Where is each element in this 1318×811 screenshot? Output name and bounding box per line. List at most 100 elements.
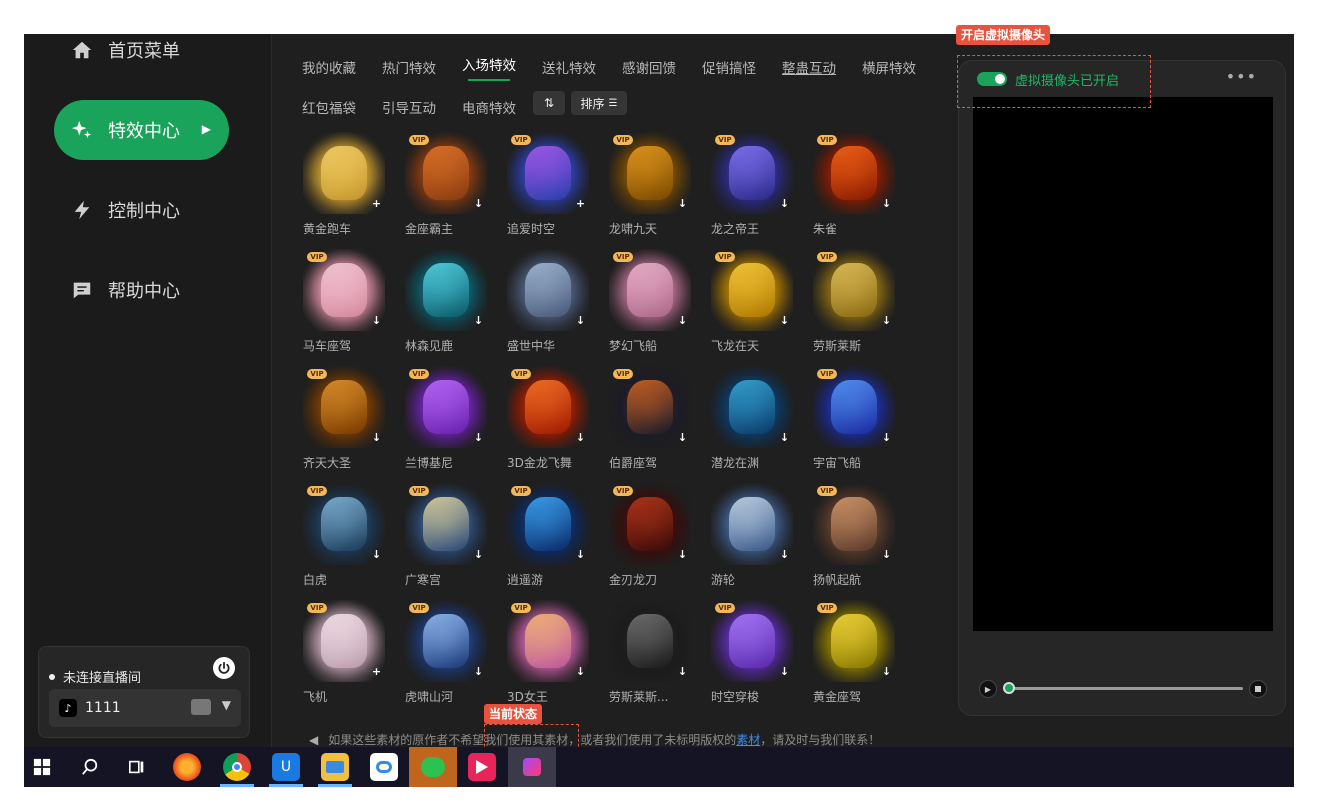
- sort-button[interactable]: 排序 ☰: [571, 91, 627, 115]
- add-icon[interactable]: +: [370, 665, 383, 678]
- baidu-netdisk-icon[interactable]: [370, 753, 398, 781]
- effect-thumbnail[interactable]: VIP ↓: [303, 483, 385, 565]
- effect-thumbnail[interactable]: ↓: [609, 600, 691, 682]
- effect-card[interactable]: VIP ↓ 飞龙在天: [711, 249, 793, 359]
- app-pink-icon[interactable]: [468, 753, 496, 781]
- effect-thumbnail[interactable]: VIP ↓: [711, 132, 793, 214]
- keyboard-icon[interactable]: [191, 699, 211, 715]
- firefox-icon[interactable]: [173, 753, 201, 781]
- sidebar-item-home[interactable]: 首页菜单: [54, 34, 229, 80]
- effect-thumbnail[interactable]: ↓: [711, 483, 793, 565]
- tab-prank[interactable]: 整蛊互动: [782, 57, 836, 77]
- download-icon[interactable]: ↓: [472, 314, 485, 327]
- effect-thumbnail[interactable]: VIP ↓: [405, 132, 487, 214]
- effect-thumbnail[interactable]: VIP +: [507, 132, 589, 214]
- effect-card[interactable]: VIP ↓ 逍遥游: [507, 483, 589, 593]
- download-icon[interactable]: ↓: [676, 314, 689, 327]
- file-explorer-icon[interactable]: [321, 753, 349, 781]
- download-icon[interactable]: ↓: [778, 197, 791, 210]
- effect-card[interactable]: VIP + 飞机: [303, 600, 385, 710]
- tab-favorites[interactable]: 我的收藏: [302, 57, 356, 77]
- effect-card[interactable]: ↓ 林森见鹿: [405, 249, 487, 359]
- download-icon[interactable]: ↓: [370, 314, 383, 327]
- chrome-icon[interactable]: [223, 753, 251, 781]
- effect-card[interactable]: VIP ↓ 3D金龙飞舞: [507, 366, 589, 476]
- effect-card[interactable]: VIP ↓ 广寒宫: [405, 483, 487, 593]
- effect-card[interactable]: VIP ↓ 金座霸主: [405, 132, 487, 242]
- sidebar-item-control[interactable]: 控制中心: [54, 180, 229, 240]
- effect-card[interactable]: VIP ↓ 扬帆起航: [813, 483, 895, 593]
- stop-button[interactable]: [1249, 680, 1267, 698]
- effect-thumbnail[interactable]: VIP ↓: [303, 249, 385, 331]
- effect-card[interactable]: VIP ↓ 梦幻飞船: [609, 249, 691, 359]
- app-active-icon[interactable]: [508, 747, 556, 787]
- account-select[interactable]: ♪ 1111 ▼: [49, 689, 241, 727]
- download-icon[interactable]: ↓: [574, 548, 587, 561]
- effect-thumbnail[interactable]: VIP ↓: [405, 483, 487, 565]
- effect-card[interactable]: VIP ↓ 龙之帝王: [711, 132, 793, 242]
- effect-card[interactable]: VIP ↓ 马车座驾: [303, 249, 385, 359]
- effect-card[interactable]: ↓ 游轮: [711, 483, 793, 593]
- effect-thumbnail[interactable]: VIP ↓: [609, 249, 691, 331]
- effect-thumbnail[interactable]: VIP ↓: [609, 366, 691, 448]
- effect-card[interactable]: VIP + 追爱时空: [507, 132, 589, 242]
- effect-thumbnail[interactable]: VIP ↓: [711, 249, 793, 331]
- effect-thumbnail[interactable]: VIP ↓: [813, 132, 895, 214]
- download-icon[interactable]: ↓: [778, 431, 791, 444]
- download-icon[interactable]: ↓: [778, 314, 791, 327]
- effect-thumbnail[interactable]: VIP ↓: [507, 366, 589, 448]
- notice-link[interactable]: 素材: [736, 731, 760, 747]
- tab-ecommerce[interactable]: 电商特效: [462, 97, 516, 117]
- download-icon[interactable]: ↓: [574, 665, 587, 678]
- effect-thumbnail[interactable]: ↓: [711, 366, 793, 448]
- search-icon[interactable]: [76, 753, 104, 781]
- tab-thanks[interactable]: 感谢回馈: [622, 57, 676, 77]
- effect-card[interactable]: VIP ↓ 时空穿梭: [711, 600, 793, 710]
- download-icon[interactable]: ↓: [676, 665, 689, 678]
- sidebar-item-help[interactable]: 帮助中心: [54, 260, 229, 320]
- tab-entrance[interactable]: 入场特效: [462, 54, 516, 81]
- download-icon[interactable]: ↓: [370, 431, 383, 444]
- download-icon[interactable]: ↓: [676, 197, 689, 210]
- tab-promo[interactable]: 促销搞怪: [702, 57, 756, 77]
- effect-card[interactable]: VIP ↓ 3D女王: [507, 600, 589, 710]
- effect-thumbnail[interactable]: VIP ↓: [813, 249, 895, 331]
- tab-redpacket[interactable]: 红包福袋: [302, 97, 356, 117]
- effect-card[interactable]: ↓ 盛世中华: [507, 249, 589, 359]
- effect-card[interactable]: VIP ↓ 黄金座驾: [813, 600, 895, 710]
- effect-thumbnail[interactable]: VIP ↓: [609, 132, 691, 214]
- download-icon[interactable]: ↓: [880, 548, 893, 561]
- chevron-down-icon[interactable]: ▼: [222, 698, 231, 712]
- progress-track[interactable]: [1009, 687, 1243, 690]
- add-icon[interactable]: +: [370, 197, 383, 210]
- download-icon[interactable]: ↓: [472, 548, 485, 561]
- effect-thumbnail[interactable]: VIP ↓: [405, 600, 487, 682]
- effect-card[interactable]: VIP ↓ 伯爵座驾: [609, 366, 691, 476]
- effect-card[interactable]: VIP ↓ 龙啸九天: [609, 132, 691, 242]
- download-icon[interactable]: ↓: [574, 431, 587, 444]
- effect-card[interactable]: VIP ↓ 齐天大圣: [303, 366, 385, 476]
- effect-card[interactable]: VIP ↓ 白虎: [303, 483, 385, 593]
- download-icon[interactable]: ↓: [880, 314, 893, 327]
- effect-thumbnail[interactable]: VIP +: [303, 600, 385, 682]
- download-icon[interactable]: ↓: [676, 548, 689, 561]
- effect-thumbnail[interactable]: ↓: [507, 249, 589, 331]
- effect-thumbnail[interactable]: VIP ↓: [711, 600, 793, 682]
- download-icon[interactable]: ↓: [880, 665, 893, 678]
- effect-thumbnail[interactable]: +: [303, 132, 385, 214]
- download-icon[interactable]: ↓: [880, 197, 893, 210]
- windows-start-icon[interactable]: [28, 753, 56, 781]
- effect-thumbnail[interactable]: VIP ↓: [813, 483, 895, 565]
- effect-thumbnail[interactable]: VIP ↓: [609, 483, 691, 565]
- effect-thumbnail[interactable]: ↓: [405, 249, 487, 331]
- task-view-icon[interactable]: [123, 753, 151, 781]
- wechat-icon[interactable]: [409, 747, 457, 787]
- app-icon[interactable]: U: [272, 753, 300, 781]
- effect-card[interactable]: + 黄金跑车: [303, 132, 385, 242]
- tab-gift[interactable]: 送礼特效: [542, 57, 596, 77]
- effect-card[interactable]: VIP ↓ 金刃龙刀: [609, 483, 691, 593]
- tab-hot[interactable]: 热门特效: [382, 57, 436, 77]
- download-icon[interactable]: ↓: [370, 548, 383, 561]
- effect-thumbnail[interactable]: VIP ↓: [303, 366, 385, 448]
- effect-card[interactable]: ↓ 潜龙在渊: [711, 366, 793, 476]
